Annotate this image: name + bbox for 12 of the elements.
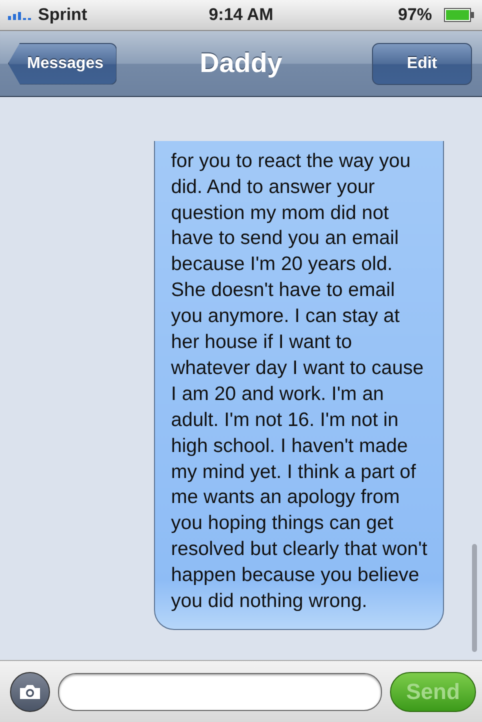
conversation-title: Daddy (200, 48, 282, 79)
edit-button[interactable]: Edit (372, 42, 472, 84)
message-bubble: for you to react the way you did. And to answer your question my mom did not have to send you an email because I'm 20 years old. She doesn't have to email you anymore. I can stay at her house if I want to whatever day I want to cause I am 20 and work. I'm an adult. I'm not 16. I'm not in high school. I haven't made my mind yet. I think a part of me wants an apology from you hoping things can get resolved but clearly that won't happen because you believe you did nothing wrong. (154, 140, 444, 630)
camera-icon (19, 684, 41, 700)
carrier-name: Sprint (38, 5, 88, 25)
battery-icon (444, 8, 474, 22)
battery-percent: 97% (398, 5, 432, 25)
back-button[interactable]: Messages (8, 42, 116, 84)
message-input[interactable] (58, 672, 382, 710)
clock-time: 9:14 AM (208, 5, 274, 25)
signal-icon (8, 10, 32, 20)
camera-button[interactable] (10, 672, 50, 712)
